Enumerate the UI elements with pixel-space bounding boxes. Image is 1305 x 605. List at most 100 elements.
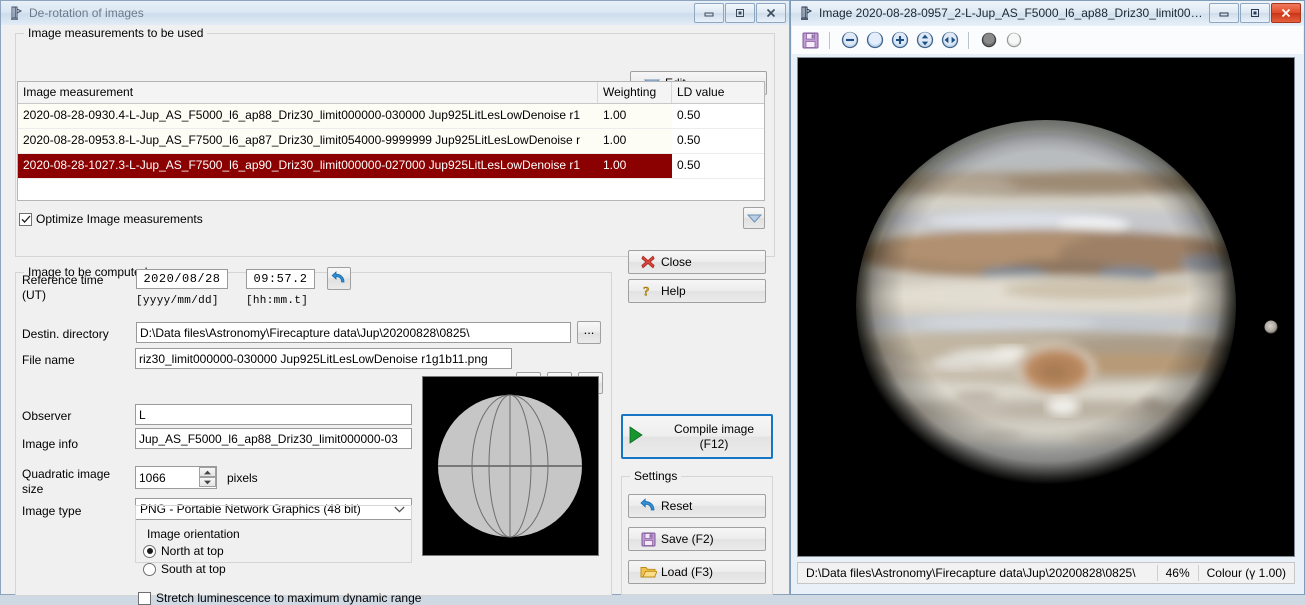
- measurements-group-legend: Image measurements to be used: [24, 26, 208, 40]
- app-icon: [7, 4, 25, 22]
- reference-time-label: Reference time: [22, 273, 104, 287]
- help-button[interactable]: ? Help: [628, 279, 766, 303]
- help-question-icon: ?: [635, 283, 661, 299]
- reset-time-button[interactable]: [327, 267, 351, 290]
- settings-group-legend: Settings: [630, 469, 682, 483]
- quadratic-size-value: 1066: [139, 470, 166, 485]
- save-settings-button[interactable]: Save (F2): [628, 527, 766, 551]
- file-name-value: riz30_limit000000-030000 Jup925LitLesLow…: [139, 351, 488, 366]
- ellipsis-icon: ...: [583, 321, 595, 337]
- optimize-checkbox-row[interactable]: Optimize Image measurements: [19, 212, 203, 226]
- stepper-down-icon[interactable]: [199, 477, 216, 487]
- image-window-titlebar: Image 2020-08-28-0957_2-L-Jup_AS_F5000_l…: [791, 1, 1304, 25]
- table-header-row: Image measurement Weighting LD value: [18, 82, 764, 104]
- minimize-button[interactable]: [1209, 3, 1239, 23]
- image-status-bar: D:\Data files\Astronomy\Firecapture data…: [797, 562, 1295, 584]
- image-info-input[interactable]: Jup_AS_F5000_l6_ap88_Driz30_limit000000-…: [135, 428, 412, 449]
- derotation-titlebar: De-rotation of images: [1, 1, 789, 25]
- derotation-title: De-rotation of images: [29, 6, 144, 20]
- reference-time-input[interactable]: 09:57.2: [246, 269, 315, 289]
- fit-vertical-icon[interactable]: [914, 30, 935, 51]
- table-row[interactable]: 2020-08-28-0930.4-L-Jup_AS_F5000_l6_ap88…: [18, 104, 764, 129]
- file-name-label: File name: [22, 353, 75, 367]
- compile-label-line2: (F12): [699, 436, 729, 451]
- stretch-checkbox-label: Stretch luminescence to maximum dynamic …: [156, 591, 422, 605]
- image-window: Image 2020-08-28-0957_2-L-Jup_AS_F5000_l…: [790, 0, 1305, 595]
- expand-measurements-button[interactable]: [743, 207, 765, 229]
- date-format-hint: [yyyy/mm/dd]: [136, 295, 219, 307]
- zoom-in-icon[interactable]: [889, 30, 910, 51]
- zoom-out-icon[interactable]: [839, 30, 860, 51]
- orientation-south-row[interactable]: South at top: [143, 562, 226, 576]
- fit-horizontal-icon[interactable]: [939, 30, 960, 51]
- load-settings-button[interactable]: Load (F3): [628, 560, 766, 584]
- close-action-button[interactable]: Close: [628, 250, 766, 274]
- app-icon: [797, 4, 815, 22]
- stretch-luminescence-checkbox[interactable]: [138, 591, 151, 605]
- time-format-hint: [hh:mm.t]: [246, 295, 309, 307]
- derotation-window: De-rotation of images Image measurements…: [0, 0, 790, 605]
- cell-ld-value: 0.50: [672, 129, 764, 153]
- reset-settings-label: Reset: [661, 499, 693, 513]
- stepper-up-icon[interactable]: [199, 467, 216, 477]
- column-header-weighting: Weighting: [598, 82, 672, 103]
- reset-settings-button[interactable]: Reset: [628, 494, 766, 518]
- measurements-table[interactable]: Image measurement Weighting LD value 202…: [17, 81, 765, 201]
- compile-button-label: Compile image (F12): [661, 422, 767, 452]
- file-name-input[interactable]: riz30_limit000000-030000 Jup925LitLesLow…: [135, 348, 512, 369]
- destin-directory-value: D:\Data files\Astronomy\Firecapture data…: [140, 325, 470, 340]
- radio-south-at-top[interactable]: [143, 562, 156, 576]
- table-row-selected[interactable]: 2020-08-28-1027.3-L-Jup_AS_F7500_l6_ap90…: [18, 154, 764, 179]
- browse-directory-button[interactable]: ...: [577, 321, 601, 344]
- undo-arrow-icon: [331, 271, 345, 283]
- observer-input[interactable]: L: [135, 404, 412, 425]
- light-circle-icon[interactable]: [1003, 30, 1024, 51]
- reference-date-input[interactable]: 2020/08/28: [136, 269, 228, 289]
- derotation-window-buttons: [694, 3, 786, 23]
- save-settings-label: Save (F2): [661, 532, 714, 546]
- stretch-checkbox-row[interactable]: Stretch luminescence to maximum dynamic …: [138, 591, 421, 605]
- save-icon[interactable]: [800, 30, 821, 51]
- derotation-client: Image measurements to be used Edit Image…: [1, 25, 789, 605]
- sphere-preview-graphic: [438, 394, 582, 538]
- cell-ld-value: 0.50: [672, 104, 764, 128]
- quadratic-size-stepper[interactable]: [199, 467, 216, 487]
- compile-image-button[interactable]: Compile image (F12): [621, 414, 773, 459]
- maximize-button[interactable]: [725, 3, 755, 23]
- image-toolbar: [792, 26, 1303, 54]
- observer-label: Observer: [22, 409, 72, 423]
- table-row[interactable]: 2020-08-28-0953.8-L-Jup_AS_F7500_l6_ap87…: [18, 129, 764, 154]
- screen: De-rotation of images Image measurements…: [0, 0, 1305, 605]
- image-canvas[interactable]: [797, 57, 1295, 557]
- close-button[interactable]: [756, 3, 786, 23]
- reference-time-label-ut: (UT): [22, 288, 46, 302]
- optimize-checkbox[interactable]: [19, 212, 32, 226]
- maximize-button[interactable]: [1240, 3, 1270, 23]
- dark-circle-icon[interactable]: [978, 30, 999, 51]
- close-action-label: Close: [661, 255, 692, 269]
- toolbar-separator: [829, 31, 831, 49]
- moon: [1264, 320, 1278, 334]
- zoom-fit-icon[interactable]: [864, 30, 885, 51]
- compile-label-line1: Compile image: [673, 421, 755, 436]
- play-triangle-icon: [627, 425, 661, 448]
- jupiter-photo: [798, 58, 1294, 556]
- cell-measurement: 2020-08-28-1027.3-L-Jup_AS_F7500_l6_ap90…: [18, 154, 598, 178]
- status-path: D:\Data files\Astronomy\Firecapture data…: [806, 566, 1136, 580]
- close-x-icon: [635, 254, 661, 270]
- cell-measurement: 2020-08-28-0930.4-L-Jup_AS_F5000_l6_ap88…: [23, 108, 581, 122]
- svg-text:?: ?: [643, 284, 650, 299]
- image-window-title: Image 2020-08-28-0957_2-L-Jup_AS_F5000_l…: [819, 6, 1209, 20]
- close-button[interactable]: [1271, 3, 1301, 23]
- minimize-button[interactable]: [694, 3, 724, 23]
- radio-north-at-top[interactable]: [143, 544, 156, 558]
- toolbar-separator: [968, 31, 970, 49]
- sphere-preview: [422, 376, 599, 556]
- destin-directory-input[interactable]: D:\Data files\Astronomy\Firecapture data…: [136, 322, 571, 343]
- save-floppy-icon: [635, 532, 661, 547]
- orientation-north-row[interactable]: North at top: [143, 544, 224, 558]
- observer-value: L: [139, 407, 146, 422]
- image-window-buttons: [1209, 3, 1301, 23]
- destin-directory-label: Destin. directory: [22, 327, 109, 341]
- undo-arrow-icon: [635, 498, 661, 514]
